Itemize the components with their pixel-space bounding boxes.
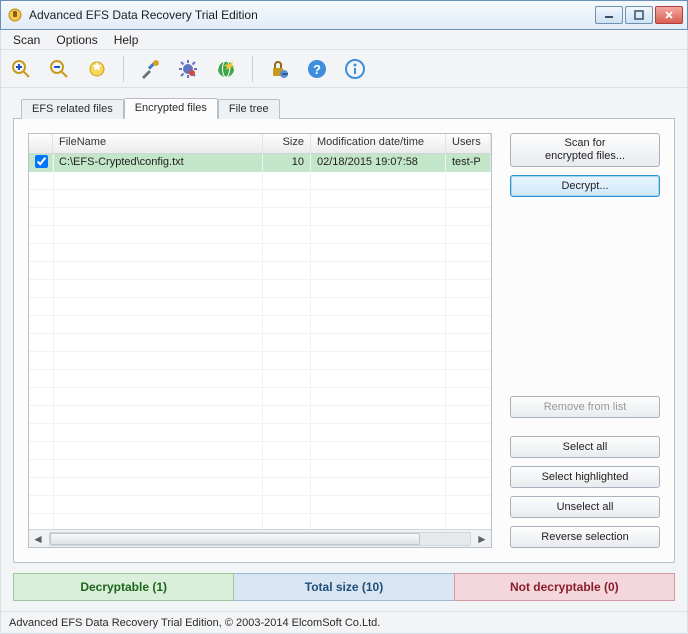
help-icon[interactable]: ? <box>303 55 331 83</box>
select-highlighted-button[interactable]: Select highlighted <box>510 466 660 488</box>
close-button[interactable] <box>655 6 683 24</box>
summary-strip: Decryptable (1) Total size (10) Not decr… <box>13 573 675 601</box>
grid-header-users[interactable]: Users <box>446 134 491 153</box>
file-grid-wrapper: FileName Size Modification date/time Use… <box>28 133 492 548</box>
grid-header-filename[interactable]: FileName <box>53 134 263 153</box>
status-bar: Advanced EFS Data Recovery Trial Edition… <box>0 612 688 634</box>
wizard-icon[interactable] <box>83 55 111 83</box>
cell-size: 10 <box>263 154 311 172</box>
settings-gear-icon[interactable] <box>174 55 202 83</box>
action-sidebar: Scan for encrypted files... Decrypt... R… <box>510 133 660 548</box>
menu-help[interactable]: Help <box>106 30 147 49</box>
tabstrip: EFS related files Encrypted files File t… <box>13 96 675 118</box>
tab-encrypted-files[interactable]: Encrypted files <box>124 98 218 119</box>
summary-not-decryptable: Not decryptable (0) <box>454 573 675 601</box>
info-icon[interactable] <box>341 55 369 83</box>
summary-decryptable: Decryptable (1) <box>13 573 234 601</box>
toolbar-separator <box>252 56 253 82</box>
menu-options[interactable]: Options <box>48 30 105 49</box>
scroll-track[interactable] <box>49 532 471 546</box>
row-checkbox[interactable] <box>35 155 48 168</box>
menu-scan[interactable]: Scan <box>5 30 48 49</box>
horizontal-scrollbar[interactable]: ◄ ► <box>29 529 491 547</box>
zoom-out-icon[interactable] <box>45 55 73 83</box>
svg-text:?: ? <box>313 62 321 77</box>
select-all-button[interactable]: Select all <box>510 436 660 458</box>
grid-header-check[interactable] <box>29 134 53 153</box>
tab-file-tree[interactable]: File tree <box>218 99 280 119</box>
grid-header: FileName Size Modification date/time Use… <box>29 134 491 154</box>
summary-total-size: Total size (10) <box>234 573 453 601</box>
decrypt-button[interactable]: Decrypt... <box>510 175 660 197</box>
reverse-selection-button[interactable]: Reverse selection <box>510 526 660 548</box>
tab-efs-related-files[interactable]: EFS related files <box>21 99 124 119</box>
unselect-all-button[interactable]: Unselect all <box>510 496 660 518</box>
table-row[interactable]: C:\EFS-Crypted\config.txt 10 02/18/2015 … <box>29 154 491 172</box>
cell-filename: C:\EFS-Crypted\config.txt <box>53 154 263 172</box>
cell-users: test-P <box>446 154 491 172</box>
scroll-thumb[interactable] <box>50 533 420 545</box>
app-icon <box>7 7 23 23</box>
menu-bar: Scan Options Help <box>0 30 688 50</box>
tab-panel: FileName Size Modification date/time Use… <box>13 118 675 563</box>
grid-body[interactable]: C:\EFS-Crypted\config.txt 10 02/18/2015 … <box>29 154 491 529</box>
grid-header-mtime[interactable]: Modification date/time <box>311 134 446 153</box>
window-title: Advanced EFS Data Recovery Trial Edition <box>29 8 595 22</box>
remove-from-list-button[interactable]: Remove from list <box>510 396 660 418</box>
client-area: EFS related files Encrypted files File t… <box>0 88 688 612</box>
toolbar-separator <box>123 56 124 82</box>
zoom-in-icon[interactable] <box>7 55 35 83</box>
grid-header-size[interactable]: Size <box>263 134 311 153</box>
window-controls <box>595 6 683 24</box>
scan-button[interactable]: Scan for encrypted files... <box>510 133 660 167</box>
maximize-button[interactable] <box>625 6 653 24</box>
toolbar: ? <box>0 50 688 88</box>
scroll-left-icon[interactable]: ◄ <box>29 531 47 547</box>
titlebar: Advanced EFS Data Recovery Trial Edition <box>0 0 688 30</box>
status-bar-text: Advanced EFS Data Recovery Trial Edition… <box>9 617 380 629</box>
globe-icon[interactable] <box>212 55 240 83</box>
scroll-right-icon[interactable]: ► <box>473 531 491 547</box>
file-grid[interactable]: FileName Size Modification date/time Use… <box>28 133 492 548</box>
minimize-button[interactable] <box>595 6 623 24</box>
tools-icon[interactable] <box>136 55 164 83</box>
lock-key-icon[interactable] <box>265 55 293 83</box>
cell-mtime: 02/18/2015 19:07:58 <box>311 154 446 172</box>
